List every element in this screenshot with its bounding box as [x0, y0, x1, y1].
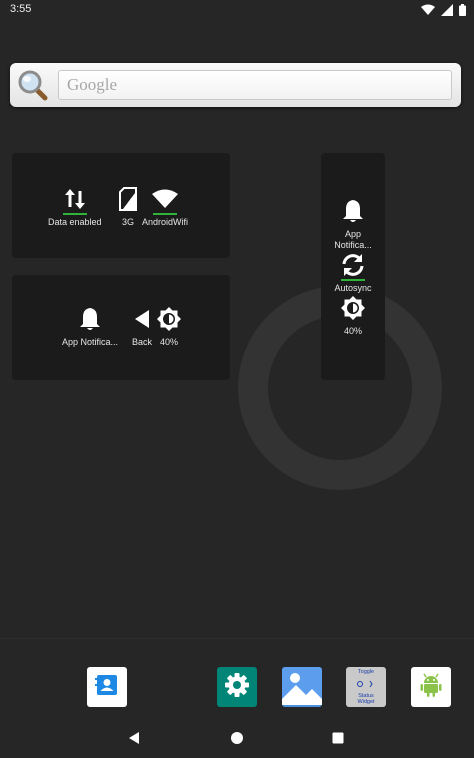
indicator-off — [116, 213, 140, 215]
brightness-icon — [155, 305, 183, 333]
toggle-back[interactable]: Back — [128, 305, 156, 348]
google-search-widget[interactable]: Google — [10, 63, 461, 107]
sync-icon — [339, 251, 367, 279]
signal-status-icon — [441, 4, 453, 16]
gallery-app[interactable] — [282, 667, 322, 707]
brightness-icon — [339, 294, 367, 322]
battery-status-icon — [459, 4, 466, 16]
back-triangle-icon — [128, 305, 156, 333]
indicator-off — [341, 225, 365, 227]
android-icon — [417, 671, 445, 704]
bell-icon — [339, 197, 367, 225]
contacts-icon — [94, 672, 120, 703]
indicator-off — [341, 322, 365, 324]
toggle-label: Data enabled — [48, 217, 102, 227]
back-icon[interactable] — [124, 728, 144, 748]
toggle-app-notifications[interactable]: App Notifica... — [62, 305, 118, 348]
indicator-on — [153, 213, 177, 215]
toggle-brightness[interactable]: 40% — [155, 305, 183, 348]
home-icon[interactable] — [227, 728, 247, 748]
toggle-3g[interactable]: 3G — [114, 185, 142, 228]
toggle-app-notifications-vertical[interactable]: App Notifica... — [329, 197, 377, 251]
sim-card-icon — [114, 185, 142, 213]
dock-divider — [0, 638, 474, 639]
data-arrows-icon — [61, 185, 89, 213]
toggle-widget-system: App Notifica... Back 40% — [12, 275, 230, 380]
toggle-label: 3G — [121, 217, 134, 227]
indicator-on — [62, 213, 87, 215]
toggle-label: App Notifica... — [62, 337, 119, 347]
toggle-widget-icon — [355, 675, 377, 693]
toggle-widget-vertical: App Notifica... Autosync 40% — [321, 153, 385, 380]
toggle-label: Autosync — [334, 283, 372, 293]
app-label-line: Widget — [357, 699, 375, 705]
search-input[interactable]: Google — [58, 70, 452, 100]
settings-app[interactable] — [217, 667, 257, 707]
status-bar: 3:55 — [0, 0, 474, 20]
navigation-bar — [0, 718, 474, 758]
indicator-off — [78, 333, 102, 335]
wifi-icon — [151, 185, 179, 213]
search-icon[interactable] — [16, 68, 50, 102]
toggle-androidwifi[interactable]: AndroidWifi — [142, 185, 188, 228]
gallery-icon — [282, 667, 322, 707]
contacts-app[interactable] — [87, 667, 127, 707]
toggle-widget-connectivity: Data enabled 3G AndroidWifi — [12, 153, 230, 258]
indicator-off — [157, 333, 181, 335]
bell-icon — [76, 305, 104, 333]
android-app[interactable] — [411, 667, 451, 707]
toggle-status-widget-app[interactable]: Toggle Status Widget — [346, 667, 386, 707]
toggle-label: 40% — [159, 337, 178, 347]
toggle-label: Back — [131, 337, 152, 347]
toggle-brightness-vertical[interactable]: 40% — [329, 294, 377, 337]
toggle-label: AndroidWifi — [142, 217, 189, 227]
toggle-autosync[interactable]: Autosync — [329, 251, 377, 294]
indicator-off — [130, 333, 154, 335]
status-time: 3:55 — [10, 3, 32, 15]
wifi-status-icon — [421, 4, 435, 16]
indicator-on — [341, 279, 365, 281]
toggle-label: App Notifica... — [334, 229, 372, 250]
recents-icon[interactable] — [328, 728, 348, 748]
gear-icon — [223, 671, 251, 704]
toggle-label: 40% — [343, 326, 362, 336]
toggle-data-enabled[interactable]: Data enabled — [48, 185, 102, 228]
